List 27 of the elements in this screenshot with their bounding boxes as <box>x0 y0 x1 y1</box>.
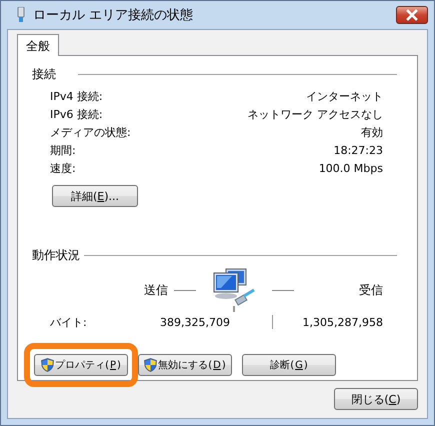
field-label: メディアの状態: <box>50 124 131 140</box>
bytes-sent-value: 389,325,709 <box>160 316 231 328</box>
field-value: 100.0 Mbps <box>318 162 383 174</box>
field-value: 有効 <box>361 124 383 140</box>
sent-label: 送信 <box>144 282 168 298</box>
tab[interactable]: 全般 <box>17 34 59 56</box>
close-button[interactable]: 閉じる(C) <box>334 388 418 410</box>
window-title: ローカル エリア接続の状態 <box>33 7 194 24</box>
field-value: ネットワーク アクセスなし <box>248 106 383 122</box>
section-heading: 接続 <box>32 66 56 83</box>
field-label: IPv6 接続: <box>50 106 103 122</box>
bytes-label: バイト: <box>50 314 88 330</box>
action-button[interactable]: 無効にする(D) <box>138 354 232 376</box>
close-icon[interactable] <box>396 6 428 24</box>
action-button[interactable]: 診断(G) <box>242 354 336 376</box>
section-heading: 動作状況 <box>32 247 80 264</box>
received-label: 受信 <box>359 282 383 298</box>
bytes-received-value: 1,305,287,958 <box>302 316 383 328</box>
field-label: 期間: <box>50 142 76 158</box>
action-button[interactable]: プロパティ(P) <box>34 354 128 376</box>
network-computers-icon <box>212 268 256 312</box>
field-value: 18:27:23 <box>334 144 383 156</box>
field-label: 速度: <box>50 160 76 176</box>
network-plug-icon <box>17 7 25 23</box>
details-button[interactable]: 詳細(E)... <box>52 185 138 207</box>
field-label: IPv4 接続: <box>50 88 103 104</box>
field-value: インターネット <box>306 88 383 104</box>
